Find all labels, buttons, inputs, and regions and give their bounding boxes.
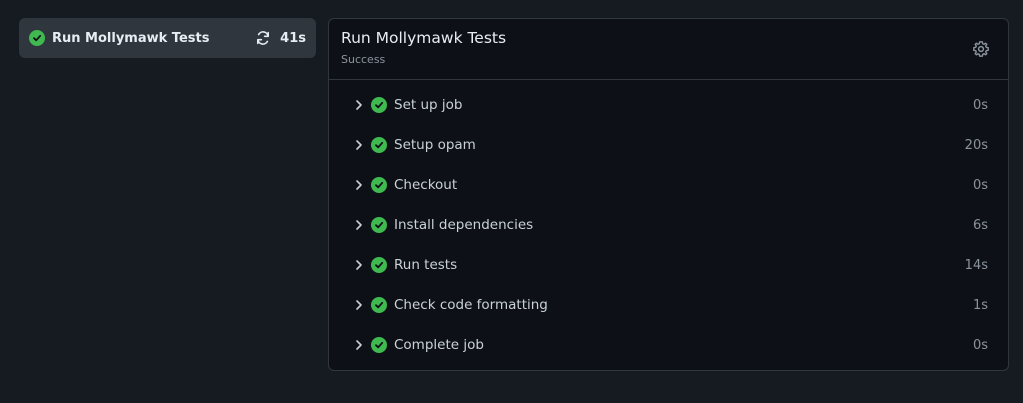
- panel-title: Run Mollymawk Tests: [341, 29, 507, 47]
- sync-icon[interactable]: [255, 30, 271, 46]
- step-duration: 1s: [972, 297, 988, 313]
- step-row[interactable]: Check code formatting 1s: [329, 285, 1008, 325]
- check-circle-icon: [371, 257, 387, 273]
- job-detail-panel: Run Mollymawk Tests Success Set up job 0…: [328, 18, 1009, 371]
- step-label: Check code formatting: [394, 297, 548, 313]
- step-row[interactable]: Checkout 0s: [329, 165, 1008, 205]
- steps-list: Set up job 0s Setup opam 20s Checkout 0s…: [329, 80, 1008, 365]
- step-duration: 20s: [964, 137, 988, 153]
- sidebar-job-duration: 41s: [280, 30, 306, 46]
- check-circle-icon: [371, 217, 387, 233]
- step-row[interactable]: Setup opam 20s: [329, 125, 1008, 165]
- step-duration: 14s: [964, 257, 988, 273]
- step-label: Run tests: [394, 257, 458, 273]
- check-circle-icon: [371, 177, 387, 193]
- step-row[interactable]: Run tests 14s: [329, 245, 1008, 285]
- check-circle-icon: [371, 297, 387, 313]
- check-circle-icon: [29, 30, 45, 46]
- sidebar-job-item[interactable]: Run Mollymawk Tests 41s: [19, 18, 316, 58]
- check-circle-icon: [371, 97, 387, 113]
- step-duration: 0s: [972, 177, 988, 193]
- chevron-right-icon[interactable]: [353, 179, 365, 191]
- step-label: Setup opam: [394, 137, 476, 153]
- step-row[interactable]: Complete job 0s: [329, 325, 1008, 365]
- check-circle-icon: [371, 337, 387, 353]
- step-row[interactable]: Install dependencies 6s: [329, 205, 1008, 245]
- chevron-right-icon[interactable]: [353, 139, 365, 151]
- step-duration: 0s: [972, 97, 988, 113]
- chevron-right-icon[interactable]: [353, 339, 365, 351]
- check-circle-icon: [371, 137, 387, 153]
- step-label: Checkout: [394, 177, 458, 193]
- step-duration: 6s: [972, 217, 988, 233]
- chevron-right-icon[interactable]: [353, 299, 365, 311]
- panel-status: Success: [341, 53, 386, 66]
- chevron-right-icon[interactable]: [353, 99, 365, 111]
- step-duration: 0s: [972, 337, 988, 353]
- step-label: Install dependencies: [394, 217, 534, 233]
- sidebar-job-label: Run Mollymawk Tests: [52, 30, 210, 46]
- panel-header: Run Mollymawk Tests Success: [329, 19, 1008, 80]
- gear-icon[interactable]: [972, 40, 990, 58]
- step-row[interactable]: Set up job 0s: [329, 85, 1008, 125]
- step-label: Set up job: [394, 97, 463, 113]
- chevron-right-icon[interactable]: [353, 219, 365, 231]
- chevron-right-icon[interactable]: [353, 259, 365, 271]
- step-label: Complete job: [394, 337, 484, 353]
